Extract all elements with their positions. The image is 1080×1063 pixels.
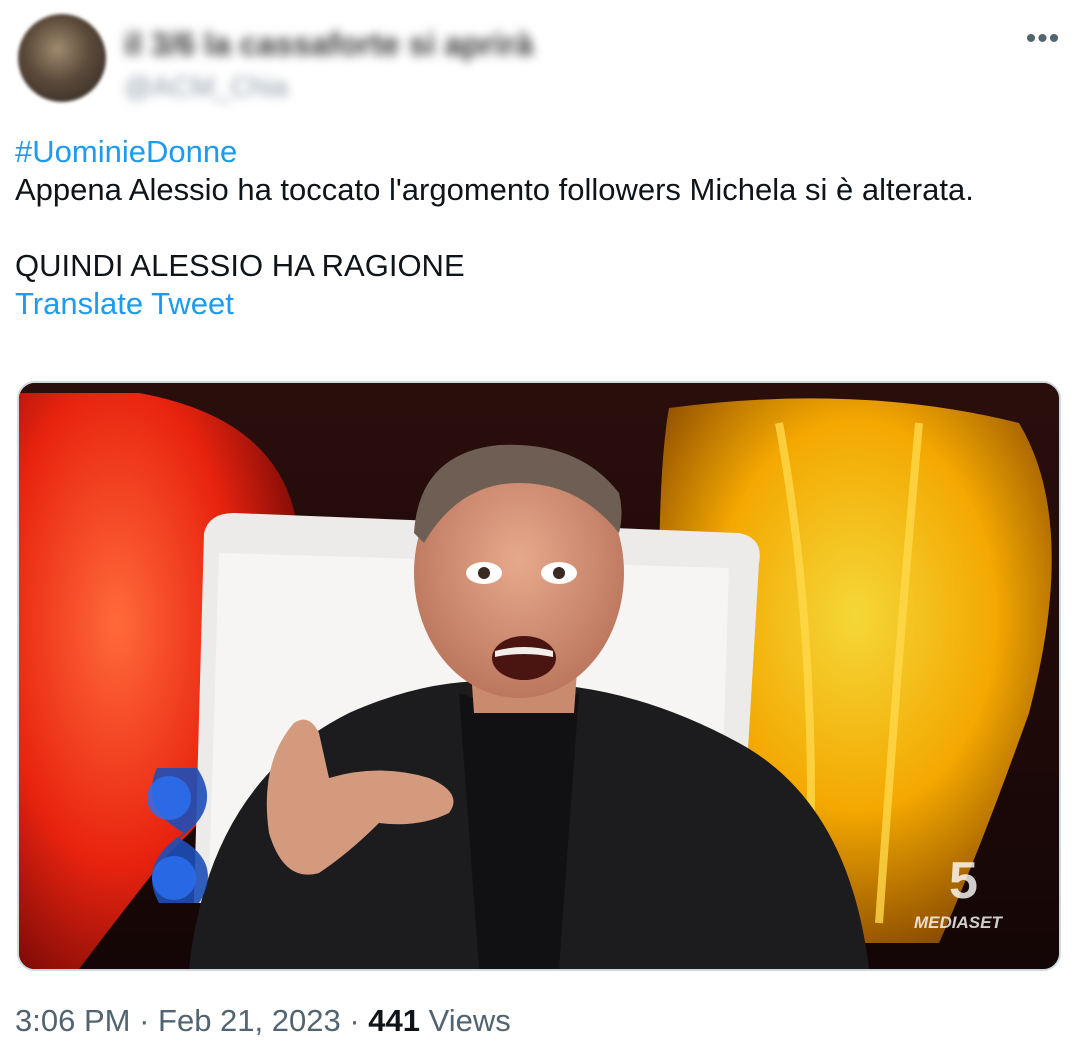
more-options-button[interactable]: •••: [1018, 24, 1068, 64]
tweet-date[interactable]: Feb 21, 2023: [158, 1003, 341, 1038]
views-count: 441: [368, 1003, 421, 1038]
author-handle[interactable]: @ACM_Chia: [124, 71, 533, 103]
translate-tweet-link[interactable]: Translate Tweet: [15, 285, 1055, 323]
author-display-name[interactable]: il 3/6 la cassaforte si aprirà: [124, 26, 533, 63]
tweet-text: #UominieDonne Appena Alessio ha toccato …: [15, 133, 1055, 323]
separator-dot: ·: [340, 1003, 369, 1038]
author-block[interactable]: il 3/6 la cassaforte si aprirà @ACM_Chia: [124, 26, 533, 103]
media-illustration: 5 MEDIASET: [19, 383, 1059, 969]
mediaset-watermark: MEDIASET: [914, 913, 1003, 932]
avatar[interactable]: [18, 14, 106, 102]
tweet-time[interactable]: 3:06 PM: [15, 1003, 130, 1038]
separator-dot: ·: [130, 1003, 159, 1038]
tweet-header: il 3/6 la cassaforte si aprirà @ACM_Chia…: [18, 14, 1068, 109]
more-horizontal-icon: •••: [1025, 22, 1061, 55]
tweet-line-1: Appena Alessio ha toccato l'argomento fo…: [15, 172, 974, 207]
tweet-metadata: 3:06 PM · Feb 21, 2023 · 441 Views: [15, 1003, 511, 1039]
hashtag-link[interactable]: #UominieDonne: [15, 133, 1055, 171]
views-label: Views: [420, 1003, 511, 1038]
tweet-media-image[interactable]: 5 MEDIASET: [17, 381, 1061, 971]
tweet-line-2: QUINDI ALESSIO HA RAGIONE: [15, 248, 465, 283]
channel-5-logo: 5: [949, 852, 978, 910]
